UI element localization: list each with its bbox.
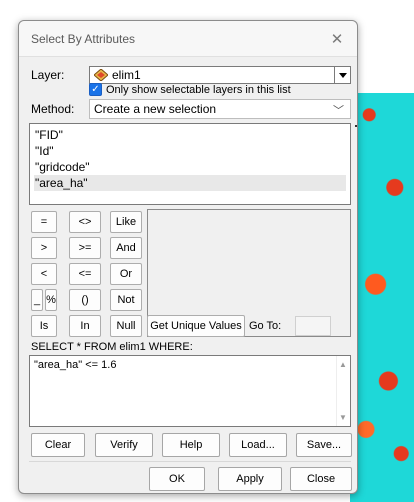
top-background-strip (0, 0, 414, 18)
load-button[interactable]: Load... (229, 433, 287, 457)
select-by-attributes-dialog: Select By Attributes ✕ Layer: elim1 ✓ On… (18, 20, 358, 494)
operator-in-button[interactable]: In (69, 315, 101, 337)
list-marker (355, 125, 357, 127)
close-button[interactable]: Close (290, 467, 352, 491)
goto-input[interactable] (295, 316, 331, 336)
field-item[interactable]: "Id" (34, 143, 346, 159)
ok-button[interactable]: OK (149, 467, 205, 491)
scroll-down-icon[interactable]: ▼ (339, 413, 347, 422)
expression-scrollbar[interactable]: ▲ ▼ (336, 356, 350, 426)
scroll-up-icon[interactable]: ▲ (339, 360, 347, 369)
polygon-layer-icon (94, 69, 108, 81)
operator-null-button[interactable]: Null (110, 315, 142, 337)
verify-button[interactable]: Verify (95, 433, 153, 457)
clear-button[interactable]: Clear (31, 433, 85, 457)
operator-underscore-button[interactable]: _ (31, 289, 43, 311)
operator-not-equal-button[interactable]: <> (69, 211, 101, 233)
operator-less-button[interactable]: < (31, 263, 57, 285)
operator-or-button[interactable]: Or (110, 263, 142, 285)
field-item-selected[interactable]: "area_ha" (34, 175, 346, 191)
sql-prefix-label: SELECT * FROM elim1 WHERE: (31, 341, 193, 353)
operator-percent-button[interactable]: % (45, 289, 57, 311)
expression-text: "area_ha" <= 1.6 (34, 359, 117, 371)
operator-equals-button[interactable]: = (31, 211, 57, 233)
get-unique-values-button[interactable]: Get Unique Values (147, 315, 245, 337)
method-label: Method: (31, 102, 75, 116)
fields-list[interactable]: "FID" "Id" "gridcode" "area_ha" (29, 123, 351, 205)
operator-is-button[interactable]: Is (31, 315, 57, 337)
field-item[interactable]: "FID" (34, 127, 346, 143)
goto-label: Go To: (249, 320, 282, 332)
operator-greater-button[interactable]: > (31, 237, 57, 259)
only-selectable-checkbox[interactable]: ✓ Only show selectable layers in this li… (89, 83, 291, 96)
field-item[interactable]: "gridcode" (34, 159, 346, 175)
expression-textarea[interactable]: "area_ha" <= 1.6 ▲ ▼ (29, 355, 351, 427)
map-canvas[interactable] (350, 18, 414, 502)
operator-and-button[interactable]: And (110, 237, 142, 259)
help-button[interactable]: Help (162, 433, 220, 457)
save-button[interactable]: Save... (296, 433, 352, 457)
layer-dropdown[interactable]: elim1 (89, 66, 351, 84)
operator-not-button[interactable]: Not (110, 289, 142, 311)
operator-less-equal-button[interactable]: <= (69, 263, 101, 285)
operator-greater-equal-button[interactable]: >= (69, 237, 101, 259)
dropdown-arrow-icon[interactable] (334, 67, 350, 83)
footer-separator (29, 461, 351, 462)
close-icon[interactable]: ✕ (327, 29, 347, 49)
title-bar[interactable]: Select By Attributes ✕ (19, 21, 357, 57)
checkmark-icon: ✓ (89, 83, 102, 96)
apply-button[interactable]: Apply (218, 467, 282, 491)
operator-parens-button[interactable]: () (69, 289, 101, 311)
dialog-title: Select By Attributes (31, 31, 136, 46)
layer-label: Layer: (31, 68, 65, 82)
layer-value: elim1 (112, 68, 141, 82)
chevron-down-icon[interactable]: ﹀ (333, 102, 344, 118)
method-value: Create a new selection (94, 102, 217, 116)
only-selectable-label: Only show selectable layers in this list (106, 83, 291, 96)
method-dropdown[interactable]: Create a new selection ﹀ (89, 99, 351, 119)
operator-like-button[interactable]: Like (110, 211, 142, 233)
